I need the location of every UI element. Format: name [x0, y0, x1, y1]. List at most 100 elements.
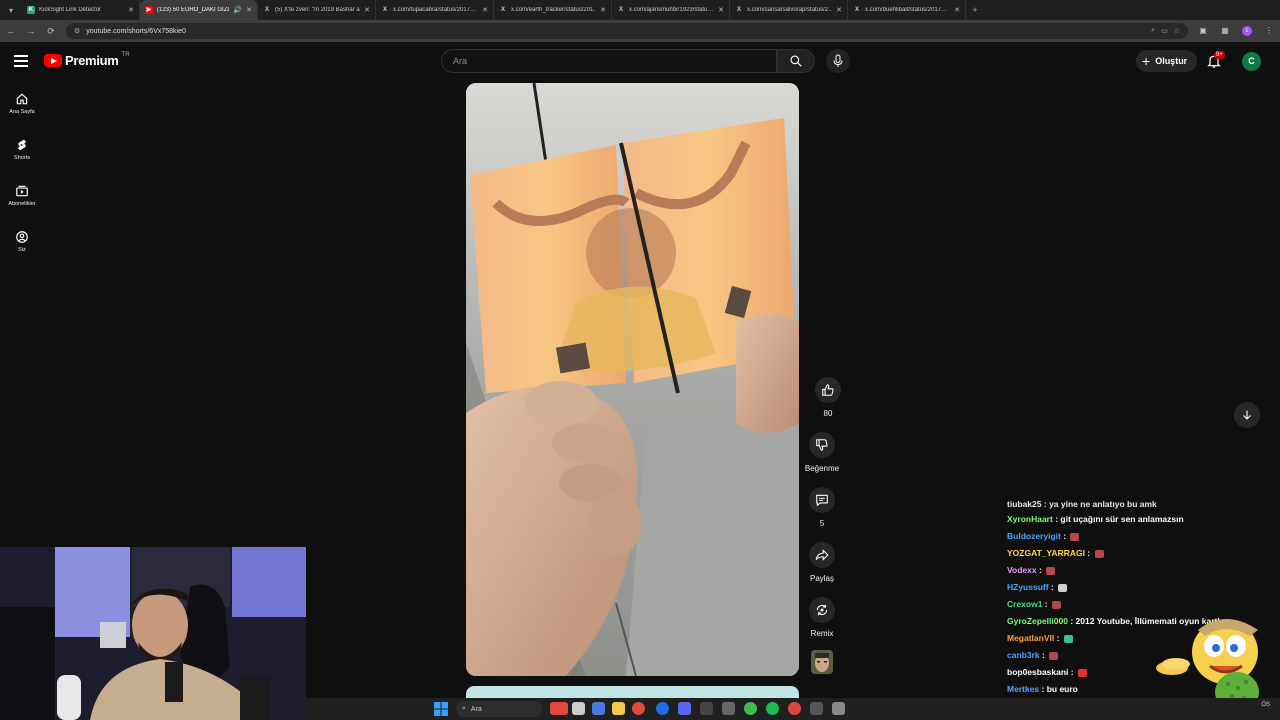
menu-dots-icon[interactable]: ⋮	[1264, 26, 1274, 36]
emote-icon	[1049, 651, 1059, 660]
browser-tab[interactable]: X x.com/ajansmuhbir1923/statu… ✕	[612, 0, 730, 20]
taskbar-search[interactable]: ⌕ Ara	[456, 701, 542, 717]
app-icon[interactable]	[810, 702, 823, 715]
file-explorer-icon[interactable]	[612, 702, 625, 715]
browser-tab[interactable]: K KickSight Link Detector ✕	[22, 0, 140, 20]
site-info-icon[interactable]: ⚙	[74, 27, 80, 35]
cast-icon[interactable]: ▭	[1161, 27, 1168, 35]
sidebar-item-subscriptions[interactable]: Abonelikler	[0, 172, 44, 218]
tab-title: x.com/buehlibait/status/2017…	[865, 7, 948, 13]
browser-tab[interactable]: X x.com/earth_tracker/status/201… ✕	[494, 0, 612, 20]
sidebar-item-label: Abonelikler	[8, 200, 36, 207]
emote-icon	[1058, 583, 1068, 592]
chat-message: HZyussuff :	[1007, 579, 1267, 596]
taskbar-search-placeholder: Ara	[470, 705, 482, 713]
video-frame	[466, 83, 799, 676]
remix-circle[interactable]	[809, 597, 835, 623]
webcam-overlay	[0, 547, 306, 720]
shorts-icon	[18, 139, 26, 150]
steam-icon[interactable]	[722, 702, 735, 715]
chrome-icon[interactable]	[632, 702, 645, 715]
sound-thumbnail[interactable]	[811, 650, 833, 674]
like-circle[interactable]	[815, 377, 841, 403]
sidebar-item-you[interactable]: Siz	[0, 218, 44, 264]
voice-search-button[interactable]	[826, 49, 850, 73]
x-favicon-icon: X	[854, 7, 859, 13]
youtube-logo[interactable]: Premium TR	[44, 51, 130, 68]
task-view-icon[interactable]	[572, 702, 585, 715]
tab-close-icon[interactable]: ✕	[246, 6, 252, 14]
tray-text: ÖS	[1261, 702, 1270, 708]
extensions-icon[interactable]: ▣	[1198, 26, 1208, 36]
x-favicon-icon: X	[382, 7, 387, 13]
tab-close-icon[interactable]: ✕	[128, 6, 134, 14]
tab-close-icon[interactable]: ✕	[954, 6, 960, 14]
new-tab-button[interactable]: +	[966, 0, 984, 20]
tab-audio-icon[interactable]: 🔊	[233, 6, 242, 14]
dislike-circle[interactable]	[809, 432, 835, 458]
browser-tab-strip: ▾ K KickSight Link Detector ✕ ▶ (123) 50…	[0, 0, 1280, 20]
remix-label: Remix	[810, 629, 834, 638]
obs-icon[interactable]	[832, 702, 845, 715]
chat-text: git uçağını sür sen anlamazsın	[1060, 514, 1184, 524]
forward-icon[interactable]: →	[26, 26, 36, 36]
chrome-icon[interactable]	[788, 702, 801, 715]
search-input[interactable]	[453, 56, 776, 66]
you-icon	[16, 230, 28, 243]
system-tray[interactable]: ÖS	[1261, 702, 1270, 709]
like-button[interactable]: 80	[808, 377, 848, 418]
bookmark-star-icon[interactable]: ☆	[1174, 27, 1180, 35]
browser-tab[interactable]: X x.com/tupacabra/status/2017… ✕	[376, 0, 494, 20]
browser-tab[interactable]: X (5) X'te zven: "In 2019 Bashar al ✕	[258, 0, 376, 20]
search-box[interactable]	[441, 49, 777, 73]
tab-close-icon[interactable]: ✕	[364, 6, 370, 14]
tab-title: x.com/tupacabra/status/2017…	[393, 7, 477, 13]
chat-username: tiubak25	[1007, 500, 1042, 509]
chat-message: Vodexx :	[1007, 562, 1267, 579]
account-avatar[interactable]: C	[1242, 52, 1261, 71]
back-icon[interactable]: ←	[6, 26, 16, 36]
shorts-video-player[interactable]	[466, 83, 799, 676]
app-c-icon[interactable]	[656, 702, 669, 715]
edge-browser-icon[interactable]	[592, 702, 605, 715]
tab-search-icon[interactable]: ▾	[0, 0, 22, 20]
create-button[interactable]: + Oluştur	[1136, 50, 1198, 72]
tab-close-icon[interactable]: ✕	[600, 6, 606, 14]
emote-icon	[1063, 634, 1073, 643]
remix-button[interactable]: Remix	[802, 597, 842, 638]
browser-tab-active[interactable]: ▶ (123) 50 EURO_DAKİ GİZLİ 🔊 ✕	[140, 0, 258, 20]
browser-tab[interactable]: X x.com/buehlibait/status/2017… ✕	[848, 0, 966, 20]
extension-icon[interactable]: ▦	[1220, 26, 1230, 36]
spotify-icon[interactable]	[766, 702, 779, 715]
remix-icon	[816, 604, 828, 616]
tab-close-icon[interactable]: ✕	[482, 6, 488, 14]
next-video-button[interactable]	[1234, 402, 1260, 428]
discord-icon[interactable]	[678, 702, 691, 715]
browser-tab[interactable]: X x.com/sansarsalvorap/status/2… ✕	[730, 0, 848, 20]
screen: ▾ K KickSight Link Detector ✕ ▶ (123) 50…	[0, 0, 1280, 720]
zoom-icon[interactable]: ⌕	[1151, 27, 1155, 35]
browser-toolbar: ← → ⟳ ⚙ youtube.com/shorts/6Vx758kie0 ⌕ …	[0, 20, 1280, 42]
next-short-preview[interactable]	[466, 686, 799, 698]
share-circle[interactable]	[809, 542, 835, 568]
region-code: TR	[121, 51, 130, 58]
tab-close-icon[interactable]: ✕	[718, 6, 724, 14]
widgets-icon[interactable]	[550, 702, 568, 715]
address-bar[interactable]: ⚙ youtube.com/shorts/6Vx758kie0 ⌕ ▭ ☆	[66, 23, 1188, 39]
sidebar-item-home[interactable]: Ana Sayfa	[0, 80, 44, 126]
chat-message: Crexow1 :	[1007, 596, 1267, 613]
reload-icon[interactable]: ⟳	[46, 26, 56, 37]
menu-icon[interactable]	[14, 55, 28, 67]
windows-start-icon[interactable]	[434, 702, 448, 716]
profile-avatar[interactable]: c	[1242, 26, 1252, 36]
search-button[interactable]	[777, 49, 815, 73]
comments-circle[interactable]	[809, 487, 835, 513]
dislike-button[interactable]: Beğenme	[802, 432, 842, 473]
share-button[interactable]: Paylaş	[802, 542, 842, 583]
sidebar-item-shorts[interactable]: Shorts	[0, 126, 44, 172]
comments-button[interactable]: 5	[802, 487, 842, 528]
comment-count: 5	[819, 519, 825, 528]
tab-close-icon[interactable]: ✕	[836, 6, 842, 14]
app-icon[interactable]	[744, 702, 757, 715]
app-icon[interactable]	[700, 702, 713, 715]
